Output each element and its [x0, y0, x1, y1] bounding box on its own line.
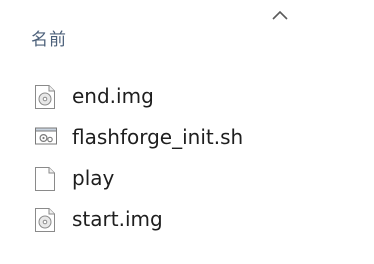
column-header: 名前 — [0, 0, 374, 60]
disc-image-file-icon — [34, 84, 56, 110]
file-name: flashforge_init.sh — [72, 124, 244, 149]
disc-image-file-icon — [34, 207, 56, 233]
file-row-start-img[interactable]: start.img — [0, 199, 374, 240]
file-row-play[interactable]: play — [0, 158, 374, 199]
blank-file-icon — [34, 166, 56, 192]
name-column-header[interactable]: 名前 — [31, 25, 67, 50]
file-list: end.img flashforge_init.sh play start.im… — [0, 76, 374, 240]
chevron-up-icon[interactable] — [270, 8, 290, 22]
file-name: end.img — [72, 83, 154, 108]
file-name: play — [72, 165, 115, 190]
file-name: start.img — [72, 206, 163, 231]
file-row-flashforge-init-sh[interactable]: flashforge_init.sh — [0, 117, 374, 158]
script-file-icon — [34, 125, 57, 151]
file-row-end-img[interactable]: end.img — [0, 76, 374, 117]
